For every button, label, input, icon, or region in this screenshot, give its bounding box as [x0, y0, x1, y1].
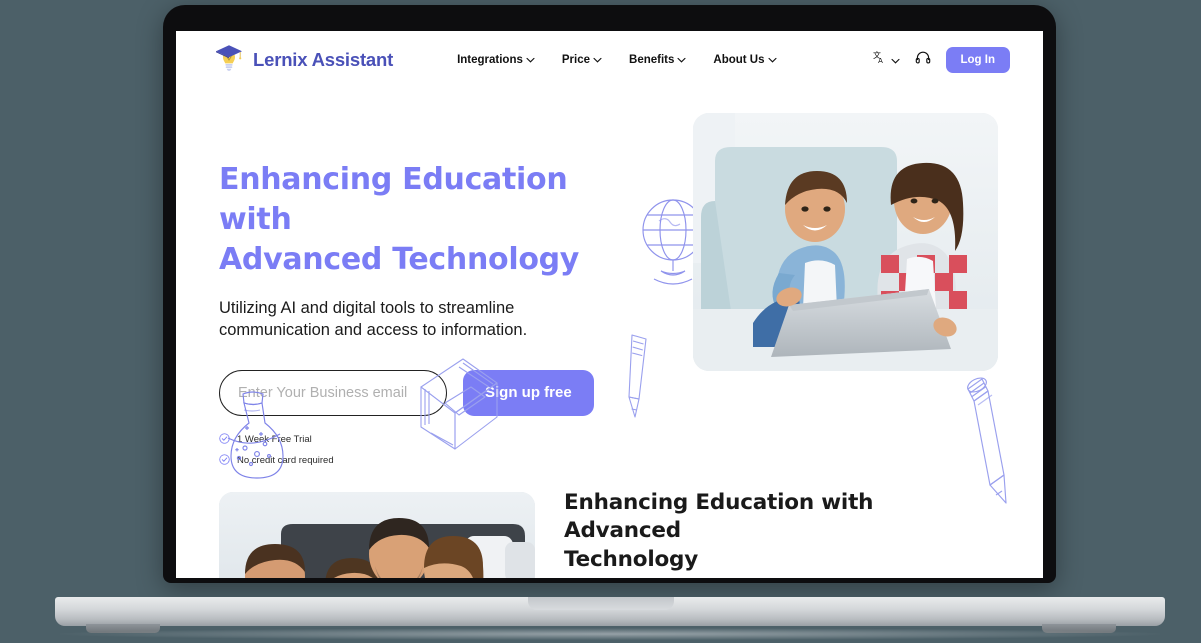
- nav-label: About Us: [713, 54, 765, 66]
- email-input[interactable]: [219, 369, 447, 416]
- signup-form: Sign up free: [219, 369, 639, 416]
- chevron-down-icon: [677, 54, 686, 66]
- svg-text:A: A: [878, 58, 883, 65]
- translate-icon: 文 A: [873, 50, 888, 70]
- feature-section: Enhancing Education with Advanced Techno…: [176, 429, 1043, 578]
- laptop-mockup: Lernix Assistant Integrations Price Bene…: [0, 0, 1201, 643]
- site-header: Lernix Assistant Integrations Price Bene…: [176, 31, 1043, 89]
- hero-subtitle-line1: Utilizing AI and digital tools to stream…: [219, 298, 515, 317]
- nav-item-price[interactable]: Price: [562, 54, 602, 66]
- feature-copy: Enhancing Education with Advanced Techno…: [564, 489, 974, 578]
- feature-title: Enhancing Education with Advanced Techno…: [564, 489, 974, 574]
- nav-label: Integrations: [457, 54, 523, 66]
- chevron-down-icon: [526, 54, 535, 66]
- chevron-down-icon: [593, 54, 602, 66]
- chevron-down-icon: [890, 51, 900, 69]
- brand-name: Lernix Assistant: [253, 49, 394, 70]
- language-switcher[interactable]: 文 A: [873, 50, 900, 70]
- nav-label: Benefits: [629, 54, 675, 66]
- hero-copy: Enhancing Education with Advanced Techno…: [219, 160, 639, 475]
- feature-title-line1: Enhancing Education with Advanced: [564, 490, 874, 544]
- website-page: Lernix Assistant Integrations Price Bene…: [176, 31, 1043, 578]
- header-actions: 文 A Log In: [873, 47, 1010, 73]
- hero-subtitle-line2: communication and access to information.: [219, 320, 528, 339]
- feature-title-line2: Technology: [564, 546, 699, 572]
- laptop-shadow: [60, 628, 1160, 640]
- hero-title-line1: Enhancing Education with: [219, 162, 568, 237]
- main-navigation: Integrations Price Benefits About Us: [457, 54, 777, 66]
- hero-title: Enhancing Education with Advanced Techno…: [219, 160, 639, 280]
- laptop-notch: [528, 597, 674, 610]
- login-button[interactable]: Log In: [945, 47, 1010, 73]
- hero-subtitle: Utilizing AI and digital tools to stream…: [219, 297, 639, 341]
- graduation-cap-lightbulb-icon: [214, 42, 244, 79]
- chevron-down-icon: [767, 54, 777, 66]
- nav-item-about-us[interactable]: About Us: [713, 54, 777, 66]
- signup-button[interactable]: Sign up free: [463, 369, 594, 416]
- nav-item-integrations[interactable]: Integrations: [457, 54, 535, 66]
- nav-label: Price: [561, 54, 591, 66]
- laptop-screen: Lernix Assistant Integrations Price Bene…: [176, 31, 1043, 578]
- feature-image: [219, 492, 535, 578]
- brand-logo[interactable]: Lernix Assistant: [214, 42, 393, 79]
- hero-image: [693, 113, 998, 371]
- headset-icon[interactable]: [915, 50, 931, 71]
- nav-item-benefits[interactable]: Benefits: [629, 54, 686, 66]
- hero-section: Enhancing Education with Advanced Techno…: [176, 89, 1043, 466]
- hero-title-line2: Advanced Technology: [219, 241, 580, 277]
